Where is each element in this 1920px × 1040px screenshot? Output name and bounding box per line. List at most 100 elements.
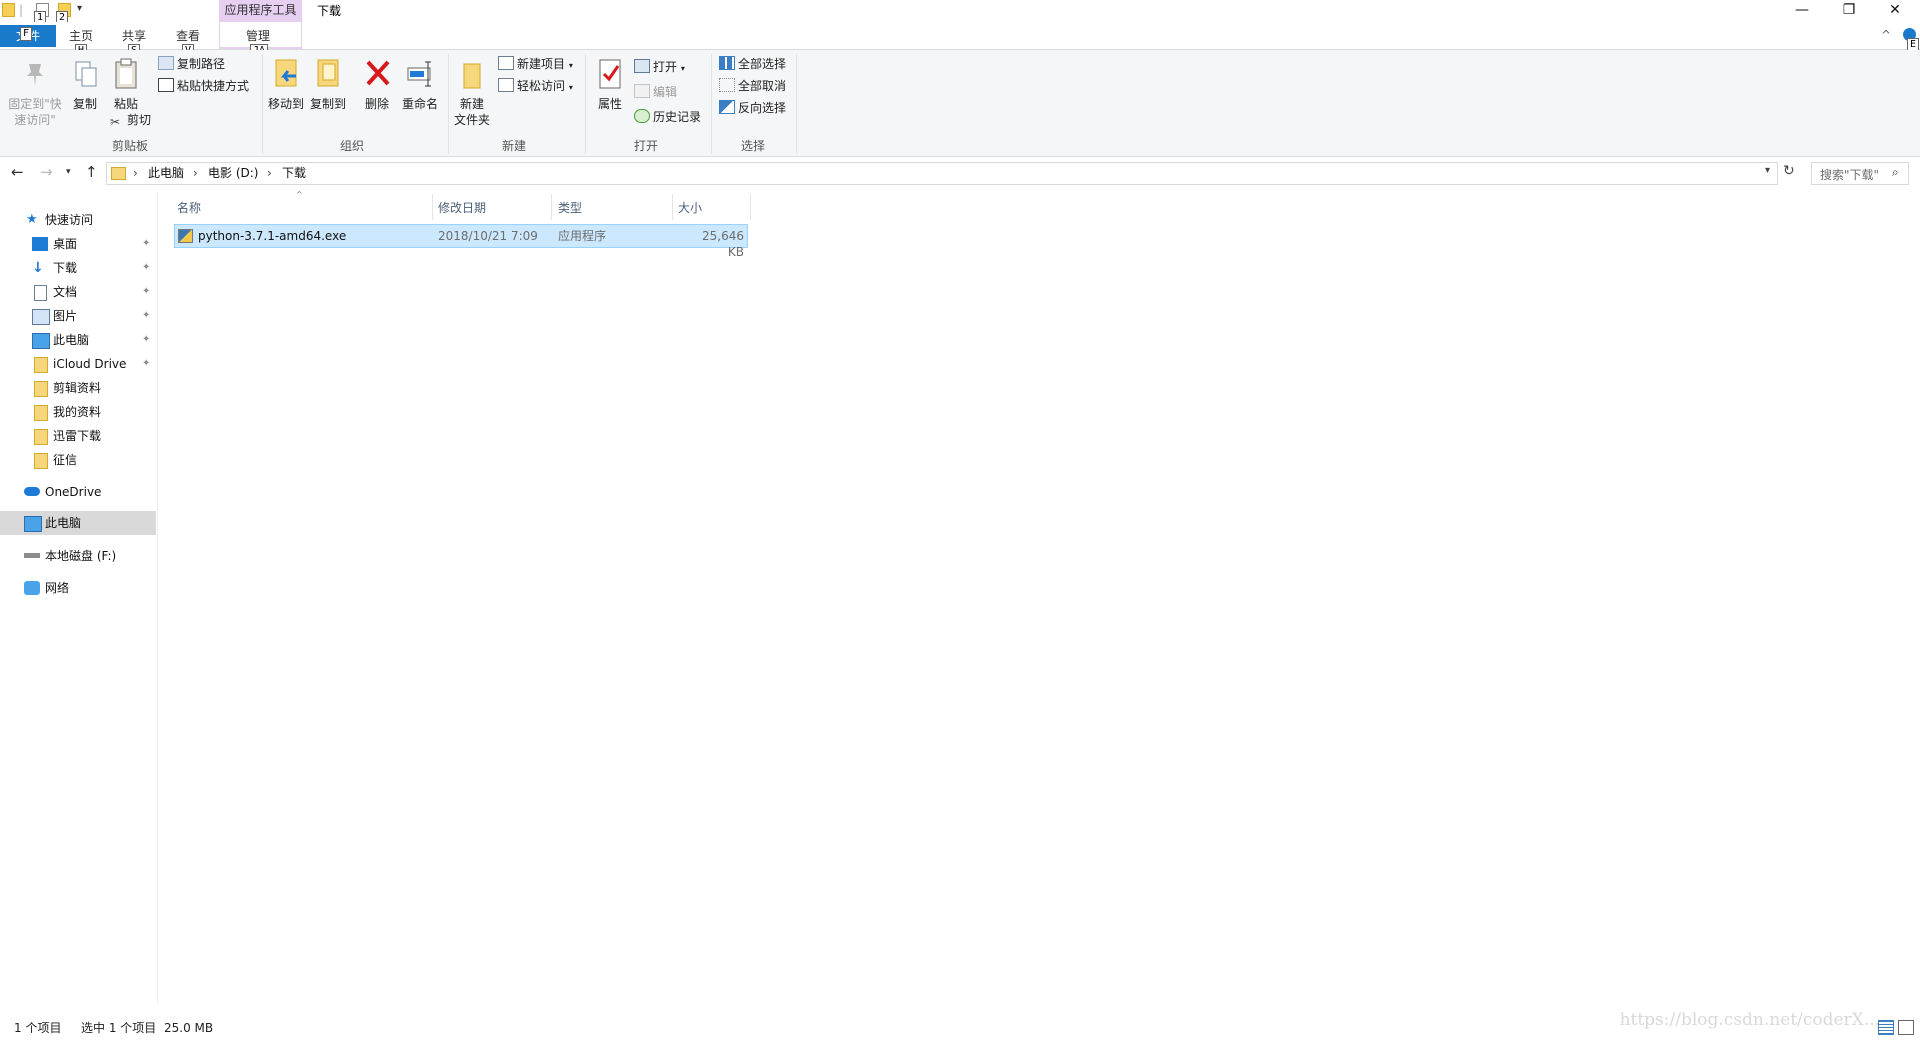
column-divider[interactable] [432, 194, 433, 220]
recent-locations-icon[interactable]: ▾ [66, 163, 71, 181]
copy-path-icon [158, 56, 174, 70]
breadcrumb-drive-d[interactable]: 电影 (D:) [208, 165, 258, 181]
column-divider[interactable] [551, 194, 552, 220]
select-none-button[interactable]: 全部取消 [719, 78, 786, 94]
search-input[interactable]: 搜索"下载" ⌕ [1811, 162, 1909, 185]
group-divider [585, 54, 586, 154]
delete-icon [362, 56, 394, 94]
new-item-button[interactable]: 新建项目 ▾ [498, 56, 573, 74]
rename-button[interactable]: 重命名 [400, 56, 440, 112]
up-arrow-icon[interactable]: ↑ [85, 163, 98, 181]
cut-button[interactable]: ✂ 剪切 [110, 112, 151, 128]
keytip-file: F [20, 27, 33, 41]
tab-home[interactable]: 主页 [69, 28, 93, 44]
chevron-down-icon: ▾ [568, 83, 573, 92]
document-icon [34, 285, 47, 301]
group-label-select: 选择 [740, 139, 765, 153]
select-all-button[interactable]: 全部选择 [719, 56, 786, 72]
pin-icon [19, 56, 51, 94]
nav-item-icloud-drive[interactable]: iCloud Drive ✦ [32, 352, 157, 376]
copy-button[interactable]: 复制 [70, 56, 100, 112]
copy-to-label: 复制到 [309, 97, 346, 111]
nav-item-desktop[interactable]: 桌面 ✦ [32, 232, 157, 256]
tab-view[interactable]: 查看 [176, 28, 200, 44]
column-header-name[interactable]: 名称 [177, 197, 201, 219]
address-bar[interactable] [106, 162, 1778, 185]
group-label-open: 打开 [633, 139, 658, 153]
select-all-label: 全部选择 [738, 57, 787, 71]
copy-to-button[interactable]: 复制到 [308, 56, 348, 112]
close-button[interactable]: ✕ [1872, 0, 1918, 22]
nav-item-pictures[interactable]: 图片 ✦ [32, 304, 157, 328]
breadcrumb-downloads[interactable]: 下载 [282, 165, 306, 181]
back-arrow-icon[interactable]: ← [11, 163, 24, 181]
pin-to-quick-access-button[interactable]: 固定到"快 速访问" [6, 56, 64, 128]
refresh-icon[interactable]: ↻ [1783, 163, 1795, 179]
nav-item-this-pc-pinned[interactable]: 此电脑 ✦ [32, 328, 157, 352]
paste-shortcut-icon [158, 78, 174, 92]
tab-manage[interactable]: 管理 [246, 28, 270, 44]
qat-dropdown-icon[interactable]: ▾ [77, 3, 82, 14]
nav-item-credit[interactable]: 征信 [32, 448, 77, 472]
history-button[interactable]: 历史记录 [634, 109, 701, 125]
nav-quick-access[interactable]: ★ 快速访问 [26, 208, 93, 232]
column-header-size[interactable]: 大小 [678, 197, 702, 219]
edit-button[interactable]: 编辑 [634, 84, 677, 100]
column-header-modified[interactable]: 修改日期 [438, 197, 486, 219]
column-divider[interactable] [672, 194, 673, 220]
copy-path-button[interactable]: 复制路径 [158, 56, 225, 72]
open-icon [634, 59, 650, 73]
minimize-button[interactable]: — [1779, 0, 1825, 22]
breadcrumb-chevron-icon[interactable]: › [267, 165, 272, 181]
file-name[interactable]: python-3.7.1-amd64.exe [198, 228, 346, 244]
paste-label: 粘贴 [113, 97, 138, 111]
nav-this-pc[interactable]: 此电脑 [24, 511, 81, 535]
breadcrumb-chevron-icon[interactable]: › [133, 165, 138, 181]
history-label: 历史记录 [653, 110, 702, 124]
group-divider [262, 54, 263, 154]
details-view-icon[interactable] [1878, 1020, 1894, 1035]
restore-button[interactable]: ❐ [1826, 0, 1872, 22]
pin-icon[interactable]: ✦ [142, 352, 150, 376]
nav-item-label: iCloud Drive [53, 357, 127, 371]
folder-icon [34, 405, 48, 421]
new-folder-button[interactable]: 新建 文件夹 [452, 56, 492, 128]
address-dropdown-icon[interactable]: ▾ [1765, 165, 1770, 176]
column-header-type[interactable]: 类型 [558, 197, 582, 219]
open-button[interactable]: 打开 ▾ [634, 59, 685, 77]
easy-access-button[interactable]: 轻松访问 ▾ [498, 78, 573, 96]
invert-selection-button[interactable]: 反向选择 [719, 100, 786, 116]
computer-icon [32, 333, 50, 349]
nav-item-downloads[interactable]: ↓ 下载 ✦ [32, 256, 157, 280]
delete-button[interactable]: 删除 [362, 56, 392, 112]
nav-item-my-material[interactable]: 我的资料 [32, 400, 101, 424]
nav-item-thunder-downloads[interactable]: 迅雷下载 [32, 424, 101, 448]
nav-item-documents[interactable]: 文档 ✦ [32, 280, 157, 304]
copy-icon [70, 56, 102, 94]
large-icons-view-icon[interactable] [1898, 1020, 1914, 1035]
nav-item-clip-material[interactable]: 剪辑资料 [32, 376, 101, 400]
search-placeholder: 搜索"下载" [1820, 168, 1880, 182]
tab-share[interactable]: 共享 [122, 28, 146, 44]
nav-local-disk-f[interactable]: 本地磁盘 (F:) [24, 544, 116, 568]
pin-icon[interactable]: ✦ [142, 328, 150, 352]
properties-button[interactable]: 属性 [592, 56, 628, 112]
folder-icon [34, 381, 48, 397]
forward-arrow-icon[interactable]: → [40, 163, 53, 181]
nav-network[interactable]: 网络 [24, 576, 69, 600]
pin-label: 固定到"快 速访问" [8, 97, 62, 127]
pin-icon[interactable]: ✦ [142, 304, 150, 328]
move-to-button[interactable]: 移动到 [266, 56, 306, 112]
new-item-label: 新建项目 [517, 57, 566, 71]
nav-item-label: 下载 [53, 261, 78, 275]
pin-icon[interactable]: ✦ [142, 280, 150, 304]
collapse-ribbon-icon[interactable]: ^ [1881, 28, 1891, 42]
paste-button[interactable]: 粘贴 [110, 56, 142, 112]
pin-icon[interactable]: ✦ [142, 256, 150, 280]
breadcrumb-this-pc[interactable]: 此电脑 [148, 165, 184, 181]
paste-shortcut-button[interactable]: 粘贴快捷方式 [158, 78, 249, 94]
column-divider[interactable] [750, 194, 751, 220]
nav-onedrive[interactable]: OneDrive [24, 480, 101, 504]
breadcrumb-chevron-icon[interactable]: › [193, 165, 198, 181]
pin-icon[interactable]: ✦ [142, 232, 150, 256]
